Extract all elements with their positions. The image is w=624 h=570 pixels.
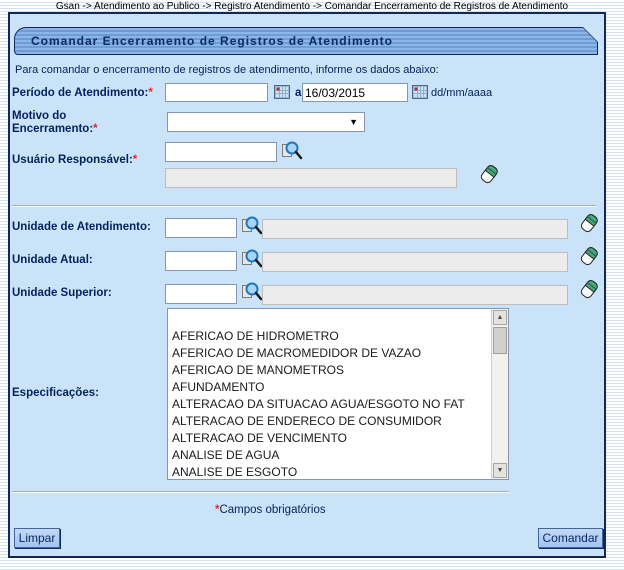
periodo-end-input[interactable] [302,83,408,102]
motivo-selected-value [168,115,171,129]
main-panel: Comandar Encerramento de Registros de At… [8,12,606,558]
page-title-stripes: Comandar Encerramento de Registros de At… [15,28,597,54]
periodo-label-text: Período de Atendimento: [12,87,148,99]
unidade-atual-name-field [262,252,568,272]
eraser-icon[interactable] [481,164,497,190]
especificacao-option[interactable]: ALTERACAO DE ENDERECO DE CONSUMIDOR [172,413,491,430]
breadcrumb[interactable]: Gsan -> Atendimento ao Publico -> Regist… [0,1,624,12]
usuario-label-text: Usuário Responsável: [12,154,133,166]
unidade-atendimento-name-field [262,219,568,239]
periodo-start-input[interactable] [165,83,268,102]
especificacao-option[interactable]: AFERICAO DE HIDROMETRO [172,328,491,345]
listbox-scrollbar[interactable]: ▲ ▼ [491,309,508,479]
calendar-start-icon[interactable] [274,84,290,105]
search-icon[interactable] [281,140,303,166]
usuario-name-field [165,168,457,188]
especificacao-option[interactable]: ALTERACAO DA SITUACAO AGUA/ESGOTO NO FAT [172,396,491,413]
search-icon[interactable] [241,281,263,307]
page-title-bar: Comandar Encerramento de Registros de At… [14,27,598,55]
motivo-label-line2: Encerramento: [12,123,93,135]
especificacao-option[interactable]: ANALISE DE AGUA [172,447,491,464]
especificacao-option[interactable]: AFERICAO DE MANOMETROS [172,362,491,379]
unidade-superior-code-input[interactable] [165,284,237,304]
note-text: Campos obrigatórios [219,504,325,516]
eraser-icon[interactable] [581,246,597,272]
unidade-superior-name-field [262,285,568,305]
clear-button[interactable]: Limpar [14,528,60,548]
unidade-superior-label: Unidade Superior: [12,287,112,300]
search-icon[interactable] [241,215,263,241]
periodo-label: Período de Atendimento:* [12,87,153,100]
usuario-label: Usuário Responsável:* [12,154,137,167]
unidade-atual-code-input[interactable] [165,251,237,271]
dropdown-arrow-icon[interactable]: ▼ [349,117,358,127]
scrollbar-up-icon[interactable]: ▲ [493,310,507,325]
especificacao-option[interactable]: ANALISE DE ESGOTO [172,464,491,479]
scrollbar-down-icon[interactable]: ▼ [493,463,507,478]
calendar-end-icon[interactable] [412,84,428,105]
especificacoes-label: Especificações: [12,387,99,400]
motivo-select[interactable]: ▼ [167,112,365,132]
usuario-required-mark: * [133,154,137,166]
especificacao-option[interactable]: AFUNDAMENTO [172,379,491,396]
date-format-hint: dd/mm/aaaa [431,87,492,99]
periodo-range-separator: a [295,87,301,99]
unidade-atendimento-code-input[interactable] [165,218,237,238]
form-instruction: Para comandar o encerramento de registro… [15,64,439,76]
submit-button[interactable]: Comandar [538,528,603,548]
footer-separator [12,491,509,493]
periodo-required-mark: * [148,87,152,99]
unidade-atendimento-label: Unidade de Atendimento: [12,221,151,234]
eraser-icon[interactable] [581,213,597,239]
section-separator [12,205,596,207]
especificacao-option[interactable]: ALTERACAO DE VENCIMENTO [172,430,491,447]
unidade-atual-label: Unidade Atual: [12,254,93,267]
especificacoes-listbox[interactable]: AFERICAO DE HIDROMETROAFERICAO DE MACROM… [167,308,509,480]
especificacao-option[interactable] [172,311,491,328]
scrollbar-thumb[interactable] [493,327,507,354]
required-fields-note: *Campos obrigatórios [215,504,326,516]
motivo-label: Motivo do Encerramento:* [12,110,98,136]
especificacoes-options: AFERICAO DE HIDROMETROAFERICAO DE MACROM… [168,309,491,479]
usuario-code-input[interactable] [165,142,277,162]
especificacao-option[interactable]: AFERICAO DE MACROMEDIDOR DE VAZAO [172,345,491,362]
motivo-label-line1: Motivo do [12,110,98,123]
page-title: Comandar Encerramento de Registros de At… [15,34,393,48]
motivo-required-mark: * [93,123,97,135]
search-icon[interactable] [241,248,263,274]
eraser-icon[interactable] [581,279,597,305]
